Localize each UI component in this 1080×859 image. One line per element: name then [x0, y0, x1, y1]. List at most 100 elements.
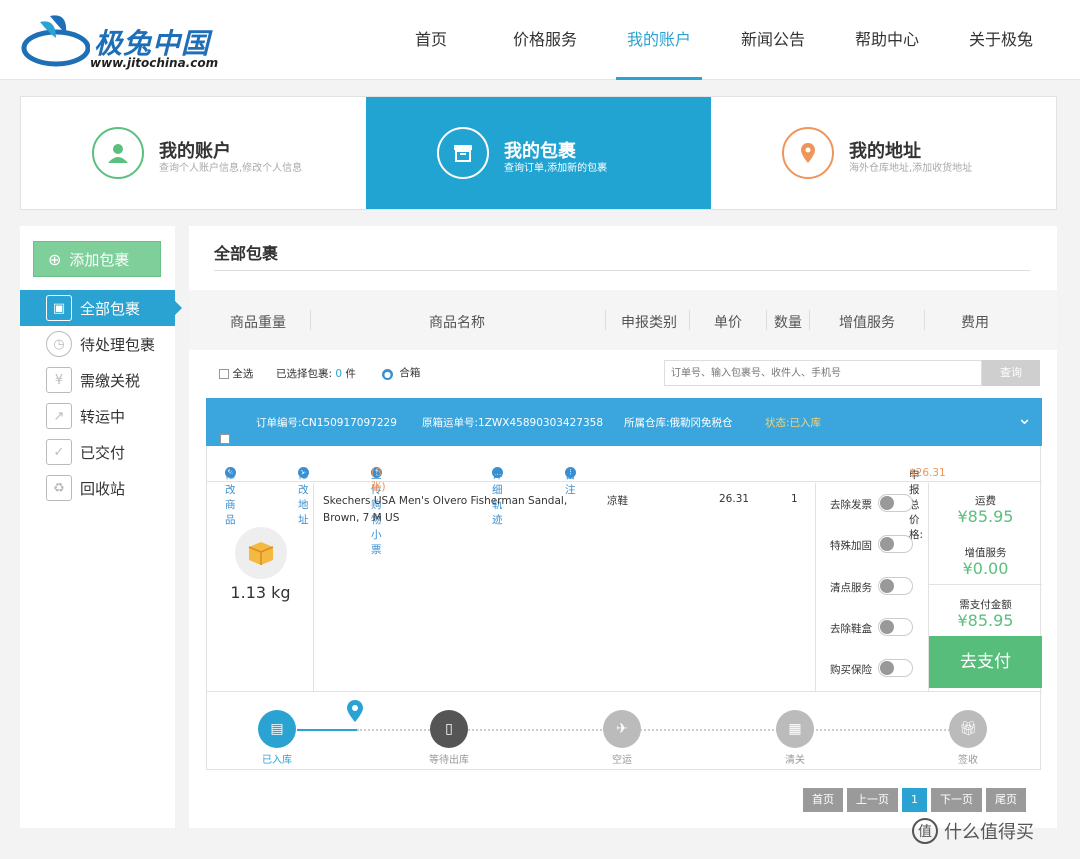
- total-amount: ¥85.95: [957, 611, 1014, 630]
- sidebar-item-delivered[interactable]: ✓ 已交付: [20, 434, 175, 470]
- col-fee: 费用: [961, 315, 989, 331]
- nav-news[interactable]: 新闻公告: [716, 0, 830, 80]
- airplane-icon: ✈: [603, 710, 641, 748]
- col-divider: [924, 310, 925, 330]
- product-name: Skechers USA Men's Olvero Fisherman Sand…: [323, 495, 568, 524]
- toggle-switch[interactable]: [878, 535, 913, 553]
- watermark-logo-icon: 值: [912, 818, 938, 844]
- toggle-switch[interactable]: [878, 659, 913, 677]
- selected-number: 0: [335, 368, 343, 380]
- order-item-row: 1.13 kg Skechers USA Men's Olvero Fisher…: [207, 483, 1042, 691]
- tab-my-account[interactable]: 我的账户 查询个人账户信息,修改个人信息: [21, 97, 366, 209]
- pagination: 首页 上一页 1 下一页 尾页: [803, 788, 1026, 812]
- merge-label: 合箱: [399, 367, 421, 379]
- search-input[interactable]: [664, 360, 982, 386]
- add-box-icon: ⊕: [48, 249, 62, 269]
- transit-icon: ↗: [46, 403, 72, 429]
- step-label: 签收: [958, 755, 978, 766]
- col-divider: [605, 310, 606, 330]
- tab-subtitle: 查询订单,添加新的包裹: [504, 163, 608, 174]
- nav-pricing[interactable]: 价格服务: [488, 0, 602, 80]
- nav-home[interactable]: 首页: [374, 0, 488, 80]
- sidebar-item-label: 需缴关税: [80, 371, 141, 390]
- toggle-switch[interactable]: [878, 618, 913, 636]
- main-nav: 首页 价格服务 我的账户 新闻公告 帮助中心 关于极兔: [374, 0, 1058, 80]
- prev-page-button[interactable]: 上一页: [847, 788, 898, 812]
- site-logo[interactable]: 极兔中国 www.jitochina.com: [20, 8, 230, 72]
- checkbox[interactable]: [220, 434, 230, 444]
- col-divider: [766, 310, 767, 330]
- order-number: 订单编号:CN150917097229: [256, 417, 397, 429]
- first-page-button[interactable]: 首页: [803, 788, 843, 812]
- tab-subtitle: 查询个人账户信息,修改个人信息: [159, 163, 303, 174]
- sidebar-item-label: 全部包裹: [80, 299, 141, 318]
- page-number-button[interactable]: 1: [902, 788, 927, 812]
- chevron-down-icon[interactable]: ⌄: [1017, 408, 1032, 429]
- col-price: 单价: [714, 315, 742, 331]
- step-signed: 🎁︎ 签收: [928, 710, 1008, 766]
- next-page-button[interactable]: 下一页: [931, 788, 982, 812]
- selected-count: 已选择包裹: 0 件: [276, 366, 356, 381]
- search-button[interactable]: 查询: [982, 360, 1040, 386]
- step-air-freight: ✈ 空运: [582, 710, 662, 766]
- door-icon: ▯: [430, 710, 468, 748]
- box-icon: [437, 127, 489, 179]
- recycle-icon: ♻: [46, 475, 72, 501]
- tab-subtitle: 海外仓库地址,添加收货地址: [849, 163, 973, 174]
- fee-cell: 运费 ¥85.95 增值服务 ¥0.00 需支付金额 ¥85.95 去支付: [929, 483, 1042, 691]
- package-icon: ▣: [46, 295, 72, 321]
- nav-help[interactable]: 帮助中心: [830, 0, 944, 80]
- selected-unit: 件: [345, 368, 356, 380]
- col-category: 申报类别: [621, 315, 677, 331]
- service-label: 清点服务: [830, 582, 872, 594]
- package-weight: 1.13 kg: [230, 583, 291, 602]
- toggle-switch[interactable]: [878, 494, 913, 512]
- sidebar-item-label: 转运中: [80, 407, 126, 426]
- nav-about[interactable]: 关于极兔: [944, 0, 1058, 80]
- service-label: 去除鞋盒: [830, 623, 872, 635]
- clock-icon: ◷: [46, 331, 72, 357]
- col-divider: [809, 310, 810, 330]
- toggle-switch[interactable]: [878, 577, 913, 595]
- page-title: 全部包裹: [214, 244, 279, 263]
- logo-url: www.jitochina.com: [90, 56, 219, 70]
- watermark: 值 什么值得买: [912, 818, 1034, 844]
- sidebar-item-all-packages[interactable]: ▣ 全部包裹: [20, 290, 182, 326]
- customs-icon: ▦: [776, 710, 814, 748]
- last-page-button[interactable]: 尾页: [986, 788, 1026, 812]
- service-count: 清点服务: [830, 577, 920, 597]
- title-divider: [214, 270, 1030, 271]
- step-arrived: ▤ 已入库: [237, 710, 317, 766]
- tab-my-packages[interactable]: 我的包裹 查询订单,添加新的包裹: [366, 97, 711, 209]
- pay-button[interactable]: 去支付: [929, 636, 1042, 688]
- main-content: 全部包裹 商品重量 商品名称 申报类别 单价 数量 增值服务 费用 全选 已选择…: [189, 226, 1057, 828]
- tab-my-address[interactable]: 我的地址 海外仓库地址,添加收货地址: [711, 97, 1056, 209]
- sidebar-item-duty[interactable]: ¥ 需缴关税: [20, 362, 175, 398]
- vas-fee: ¥0.00: [962, 559, 1009, 578]
- sidebar-item-recycle[interactable]: ♻ 回收站: [20, 470, 175, 506]
- total-label: 需支付金额: [959, 599, 1012, 611]
- table-header: 商品重量 商品名称 申报类别 单价 数量 增值服务 费用: [189, 290, 1057, 350]
- step-customs: ▦ 清关: [755, 710, 835, 766]
- col-qty: 数量: [774, 315, 802, 331]
- shipment-progress: ▤ 已入库 ▯ 等待出库 ✈ 空运 ▦ 清关 🎁︎ 签收: [207, 691, 1042, 771]
- select-all-checkbox[interactable]: 全选: [219, 366, 253, 381]
- service-remove-invoice: 去除发票: [830, 494, 920, 514]
- warehouse: 所属仓库:俄勒冈免税仓: [624, 417, 733, 429]
- sidebar-item-in-transit[interactable]: ↗ 转运中: [20, 398, 175, 434]
- declared-value: $26.31: [909, 467, 946, 479]
- sidebar-item-label: 已交付: [80, 443, 126, 462]
- add-package-button[interactable]: ⊕ 添加包裹: [33, 241, 161, 277]
- order-status: 状态:已入库: [765, 417, 822, 429]
- watermark-text: 什么值得买: [944, 822, 1034, 843]
- col-divider: [689, 310, 690, 330]
- nav-my-account[interactable]: 我的账户: [602, 0, 716, 80]
- shipping-label: 运费: [975, 495, 996, 507]
- sidebar-item-label: 待处理包裹: [80, 335, 156, 354]
- merge-button[interactable]: ● 合箱: [382, 365, 420, 380]
- step-label: 空运: [612, 755, 632, 766]
- checkbox[interactable]: [219, 369, 229, 379]
- service-insurance: 购买保险: [830, 659, 920, 679]
- step-awaiting-outbound: ▯ 等待出库: [409, 710, 489, 766]
- sidebar-item-pending[interactable]: ◷ 待处理包裹: [20, 326, 175, 362]
